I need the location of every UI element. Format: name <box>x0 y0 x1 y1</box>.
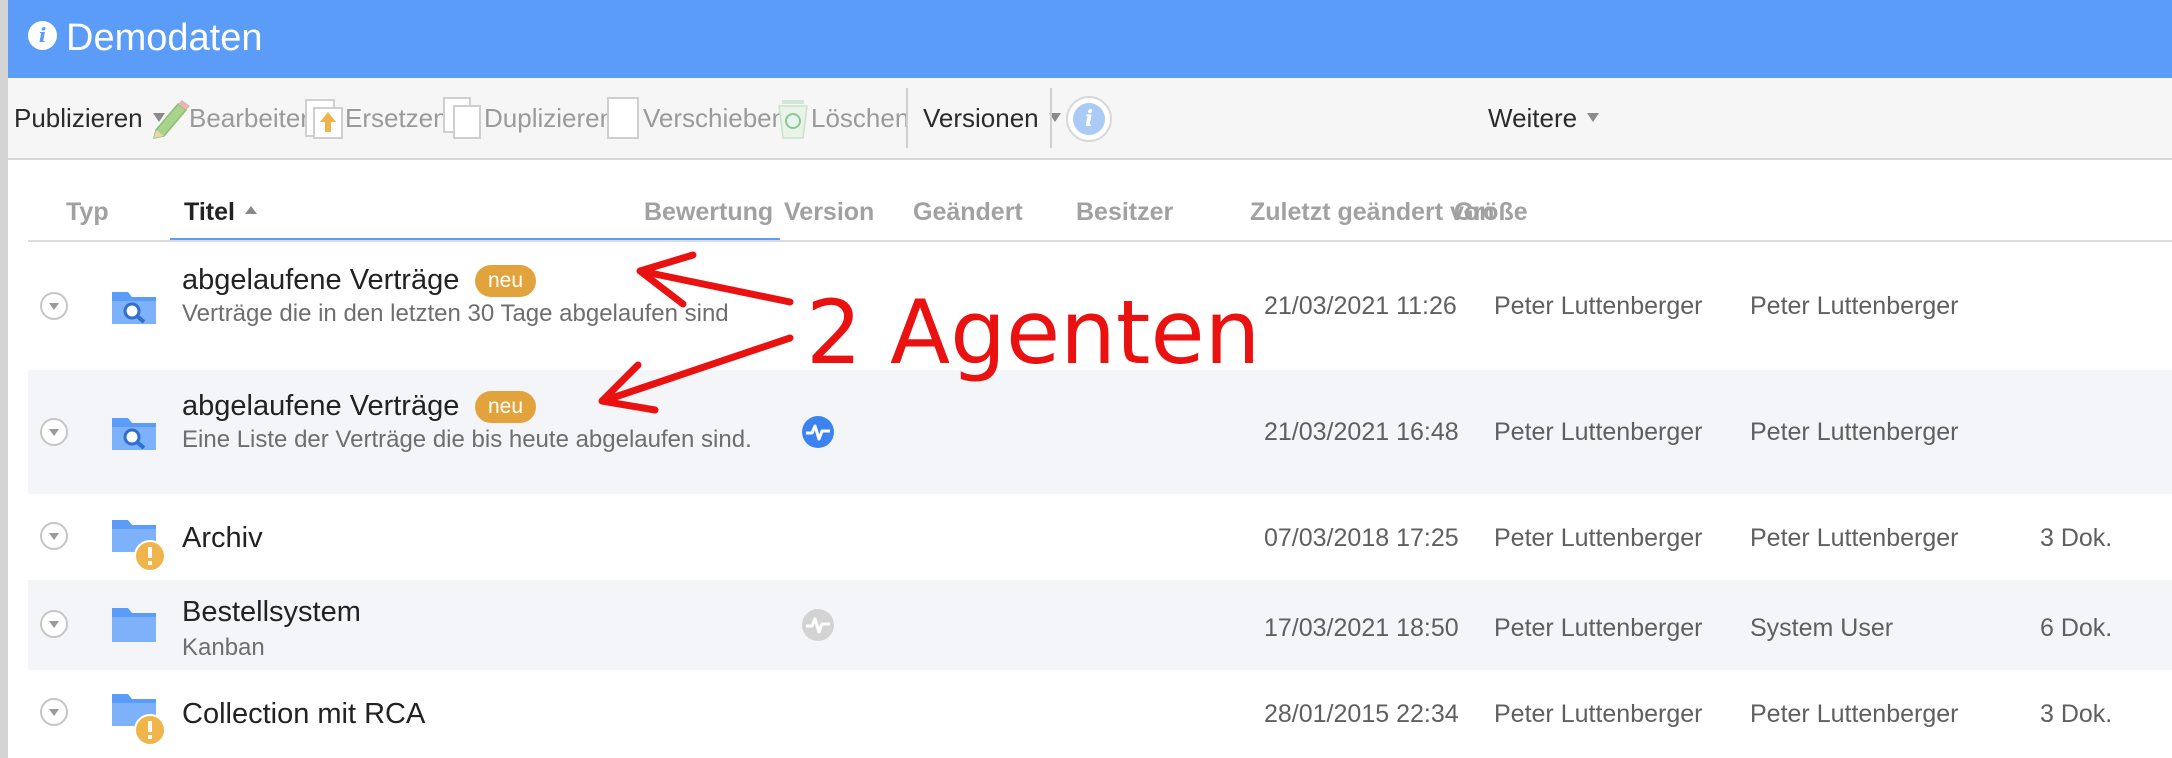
row-expander-icon[interactable] <box>40 522 68 550</box>
info-button[interactable]: i <box>1066 96 1112 142</box>
window-title: Demodaten <box>66 17 263 59</box>
column-type[interactable]: Typ <box>66 196 109 228</box>
column-changed[interactable]: Geändert <box>913 196 1023 228</box>
search-folder-icon <box>112 292 156 324</box>
cell-size: 3 Dok. <box>2040 524 2113 552</box>
app-window: i Demodaten Publizieren Bearbeiten Erset… <box>0 0 2172 758</box>
pencil-icon <box>152 100 190 139</box>
table-row[interactable]: Bestellsystem Kanban 17/03/2021 18:50 Pe… <box>28 580 2172 670</box>
cell-changed: 17/03/2021 18:50 <box>1264 614 1459 642</box>
sort-ascending-icon <box>244 206 257 215</box>
duplicate-icon <box>443 97 481 139</box>
delete-button[interactable]: Löschen <box>811 78 909 158</box>
move-icon <box>607 97 639 139</box>
cell-last-changed-by: Peter Luttenberger <box>1750 524 1959 552</box>
versions-button[interactable]: Versionen <box>923 78 1061 158</box>
move-button[interactable]: Verschieben <box>643 78 786 158</box>
row-expander-icon[interactable] <box>40 610 68 638</box>
duplicate-button[interactable]: Duplizieren <box>484 78 614 158</box>
cell-owner: Peter Luttenberger <box>1494 700 1703 728</box>
cell-owner: Peter Luttenberger <box>1494 524 1703 552</box>
cell-changed: 21/03/2021 16:48 <box>1264 418 1459 446</box>
new-badge: neu <box>475 265 537 297</box>
cell-last-changed-by: System User <box>1750 614 1894 642</box>
row-expander-icon[interactable] <box>40 698 68 726</box>
table-header: Typ Titel Bewertung Version Geändert Bes… <box>8 162 2172 242</box>
info-icon: i <box>1073 103 1105 135</box>
row-title[interactable]: Collection mit RCA <box>182 696 425 732</box>
replace-icon <box>305 99 343 139</box>
cell-owner: Peter Luttenberger <box>1494 614 1703 642</box>
window-edge <box>0 0 8 758</box>
row-expander-icon[interactable] <box>40 418 68 446</box>
table-row[interactable]: abgelaufene Verträge neu Eine Liste der … <box>28 370 2172 494</box>
header-divider <box>28 240 2172 242</box>
column-size[interactable]: Größe <box>1454 196 1528 228</box>
toolbar-separator <box>906 88 908 148</box>
search-folder-icon <box>112 418 156 450</box>
activity-icon[interactable] <box>801 415 835 449</box>
versions-label: Versionen <box>923 103 1039 133</box>
more-button[interactable]: Weitere <box>1488 78 1600 158</box>
cell-owner: Peter Luttenberger <box>1494 292 1703 320</box>
toolbar: Publizieren Bearbeiten Ersetzen Duplizie… <box>8 78 2172 160</box>
cell-changed: 07/03/2018 17:25 <box>1264 524 1459 552</box>
publish-button[interactable]: Publizieren <box>14 78 165 158</box>
row-title[interactable]: abgelaufene Verträge <box>182 388 459 424</box>
row-title[interactable]: Bestellsystem <box>182 594 361 630</box>
row-description: Kanban <box>182 634 265 661</box>
column-rating[interactable]: Bewertung <box>644 196 773 228</box>
publish-label: Publizieren <box>14 103 143 133</box>
new-badge: neu <box>475 391 537 423</box>
edit-button[interactable]: Bearbeiten <box>189 78 315 158</box>
more-label: Weitere <box>1488 103 1578 133</box>
annotation-label: 2 Agenten <box>806 281 1261 384</box>
replace-button[interactable]: Ersetzen <box>345 78 448 158</box>
row-description: Verträge die in den letzten 30 Tage abge… <box>182 300 729 327</box>
row-expander-icon[interactable] <box>40 292 68 320</box>
column-title[interactable]: Titel <box>184 196 257 228</box>
cell-last-changed-by: Peter Luttenberger <box>1750 418 1959 446</box>
row-title[interactable]: abgelaufene Verträge <box>182 262 459 298</box>
cell-changed: 21/03/2021 11:26 <box>1264 292 1457 320</box>
activity-icon[interactable] <box>801 608 835 642</box>
title-bar: i Demodaten <box>8 0 2172 78</box>
column-version[interactable]: Version <box>784 196 874 228</box>
info-icon[interactable]: i <box>28 21 57 50</box>
column-title-label: Titel <box>184 198 235 226</box>
table-row[interactable]: Archiv 07/03/2018 17:25 Peter Luttenberg… <box>28 494 2172 580</box>
row-description: Eine Liste der Verträge die bis heute ab… <box>182 426 752 453</box>
column-owner[interactable]: Besitzer <box>1076 196 1173 228</box>
table-row[interactable]: Collection mit RCA 28/01/2015 22:34 Pete… <box>28 670 2172 758</box>
toolbar-separator <box>1050 88 1052 148</box>
folder-icon <box>112 608 156 642</box>
folder-warning-icon <box>112 520 166 572</box>
cell-owner: Peter Luttenberger <box>1494 418 1703 446</box>
cell-size: 3 Dok. <box>2040 700 2113 728</box>
folder-warning-icon <box>112 694 166 746</box>
cell-size: 6 Dok. <box>2040 614 2113 642</box>
chevron-down-icon <box>1587 112 1600 122</box>
trash-icon <box>778 100 808 139</box>
cell-changed: 28/01/2015 22:34 <box>1264 700 1459 728</box>
row-title[interactable]: Archiv <box>182 520 263 556</box>
cell-last-changed-by: Peter Luttenberger <box>1750 292 1959 320</box>
cell-last-changed-by: Peter Luttenberger <box>1750 700 1959 728</box>
